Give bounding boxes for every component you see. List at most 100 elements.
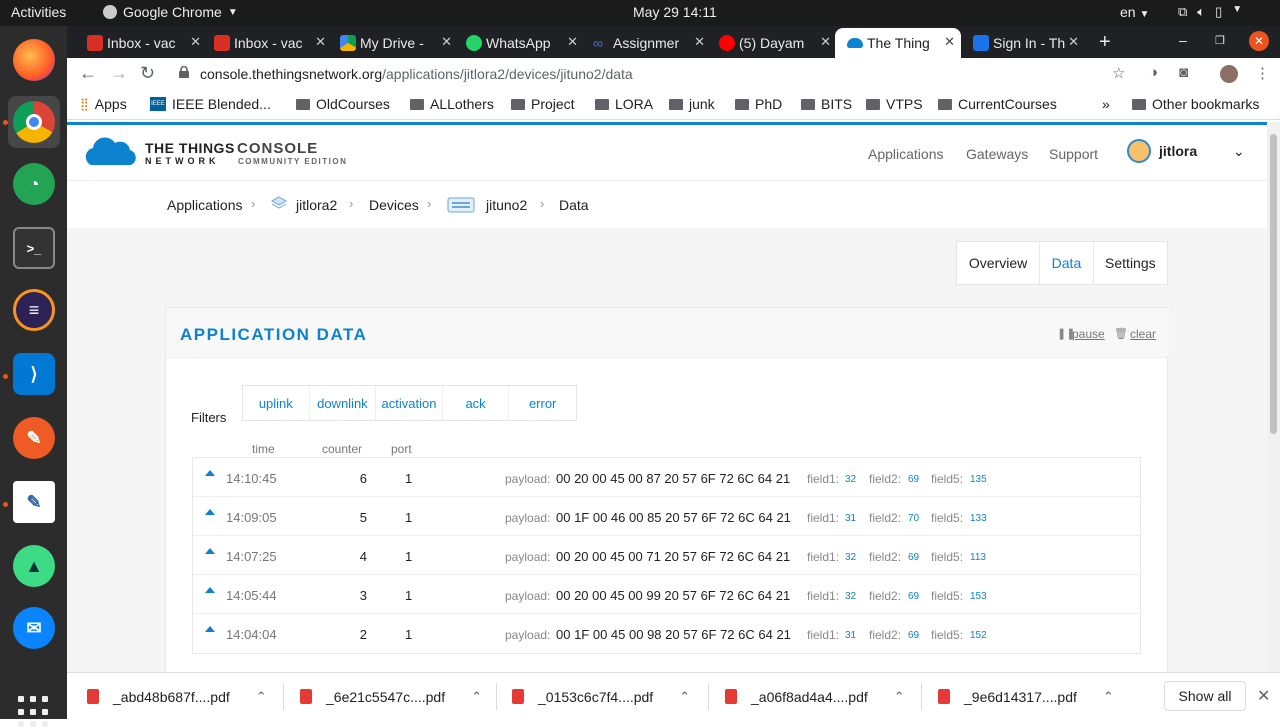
show-applications-icon[interactable]: [18, 696, 50, 728]
address-bar[interactable]: console.thethingsnetwork.org/application…: [200, 66, 633, 82]
bookmark-folder[interactable]: BITS: [801, 96, 852, 112]
close-icon[interactable]: ✕: [1257, 686, 1270, 706]
user-menu[interactable]: jitlora: [1127, 139, 1197, 163]
data-row[interactable]: 14:05:44 3 1 payload: 00 20 00 45 00 99 …: [193, 575, 1140, 614]
show-all-button[interactable]: Show all: [1164, 681, 1246, 711]
chevron-up-icon[interactable]: ⌃: [256, 689, 267, 705]
download-item[interactable]: _6e21c5547c....pdf ⌃: [300, 673, 482, 720]
chevron-down-icon[interactable]: ⌄: [1233, 143, 1245, 160]
clock[interactable]: May 29 14:11: [633, 4, 717, 20]
dock-text-editor[interactable]: ✎: [8, 476, 60, 528]
bookmark-folder[interactable]: junk: [669, 96, 715, 112]
browser-tab-drive[interactable]: My Drive - ✕: [340, 28, 458, 58]
bookmarks-overflow-button[interactable]: »: [1102, 96, 1110, 112]
scroll-thumb[interactable]: [1270, 134, 1277, 434]
chevron-up-icon[interactable]: ⌃: [679, 689, 690, 705]
filter-ack[interactable]: ack: [443, 386, 510, 420]
input-language[interactable]: en ▼: [1120, 4, 1149, 20]
data-row[interactable]: 14:09:05 5 1 payload: 00 1F 00 46 00 85 …: [193, 497, 1140, 536]
new-tab-button[interactable]: +: [1099, 31, 1111, 54]
bookmark-folder[interactable]: LORA: [595, 96, 653, 112]
tab-settings[interactable]: Settings: [1094, 242, 1167, 284]
restore-button[interactable]: ❐: [1215, 34, 1225, 47]
field1-label: field1:: [807, 472, 840, 486]
bookmark-apps[interactable]: ⣿ Apps: [80, 96, 127, 112]
browser-tab-gmail[interactable]: Inbox - vac ✕: [214, 28, 332, 58]
bookmark-other[interactable]: Other bookmarks: [1132, 96, 1259, 112]
close-icon[interactable]: ✕: [441, 34, 452, 50]
download-item[interactable]: _abd48b687f....pdf ⌃: [87, 673, 267, 720]
tab-data[interactable]: Data: [1040, 242, 1094, 284]
bookmark-folder[interactable]: ALLothers: [410, 96, 494, 112]
breadcrumb-devices[interactable]: Devices: [369, 197, 419, 213]
download-item[interactable]: _9e6d14317....pdf ⌃: [938, 673, 1114, 720]
breadcrumb-app[interactable]: jitlora2: [296, 197, 337, 213]
bookmark-folder[interactable]: VTPS: [866, 96, 923, 112]
dock-terminal[interactable]: >_: [8, 222, 60, 274]
page-scrollbar[interactable]: [1267, 122, 1280, 672]
pause-button[interactable]: pause: [1072, 327, 1105, 341]
activities-button[interactable]: Activities: [11, 4, 66, 20]
profile-avatar[interactable]: [1220, 65, 1238, 83]
nav-support[interactable]: Support: [1049, 146, 1098, 162]
bookmark-folder[interactable]: CurrentCourses: [938, 96, 1057, 112]
bookmark-label: CurrentCourses: [958, 96, 1057, 112]
dock-eclipse[interactable]: ≡: [8, 284, 60, 336]
filter-downlink[interactable]: downlink: [310, 386, 377, 420]
close-icon[interactable]: ✕: [820, 34, 831, 50]
reload-button[interactable]: ↻: [140, 63, 155, 84]
system-tray[interactable]: ⧉ 🔈︎ ▯ ▼: [1178, 4, 1242, 20]
close-icon[interactable]: ✕: [567, 34, 578, 50]
tab-overview[interactable]: Overview: [957, 242, 1041, 284]
bookmark-folder[interactable]: Project: [511, 96, 575, 112]
bookmark-folder[interactable]: PhD: [735, 96, 782, 112]
chevron-up-icon[interactable]: ⌃: [1103, 689, 1114, 705]
dock-chrome[interactable]: [8, 96, 60, 148]
close-icon[interactable]: ✕: [694, 34, 705, 50]
dock-thunderbird[interactable]: ✉: [8, 602, 60, 654]
back-button[interactable]: ←: [79, 63, 97, 84]
dock-app-green[interactable]: ◔: [8, 158, 60, 210]
row-field2: 70: [908, 513, 920, 524]
chevron-up-icon[interactable]: ⌃: [894, 689, 905, 705]
dock-firefox[interactable]: [8, 34, 60, 86]
download-item[interactable]: _0153c6c7f4....pdf ⌃: [512, 673, 690, 720]
dock-android-studio[interactable]: ▲: [8, 540, 60, 592]
bookmark-folder[interactable]: OldCourses: [296, 96, 390, 112]
dock-vscode[interactable]: ⟩: [8, 348, 60, 400]
forward-button[interactable]: →: [110, 63, 128, 84]
close-icon[interactable]: ✕: [190, 34, 201, 50]
data-row[interactable]: 14:04:04 2 1 payload: 00 1F 00 45 00 98 …: [193, 614, 1140, 653]
bookmark-star-icon[interactable]: ☆: [1112, 64, 1125, 82]
app-menu[interactable]: Google Chrome ▼: [103, 4, 238, 20]
camera-icon[interactable]: ◙: [1179, 64, 1188, 81]
minimize-button[interactable]: –: [1179, 32, 1187, 48]
window-close-button[interactable]: ✕: [1249, 31, 1269, 51]
more-menu-icon[interactable]: ⋮: [1255, 64, 1270, 82]
bookmark-ieee[interactable]: IEEE IEEE Blended...: [150, 96, 271, 112]
nav-gateways[interactable]: Gateways: [966, 146, 1028, 162]
browser-tab-sign-in[interactable]: Sign In - Th ✕: [973, 28, 1085, 58]
breadcrumb-device[interactable]: jituno2: [486, 197, 527, 213]
filter-uplink[interactable]: uplink: [243, 386, 310, 420]
filter-error[interactable]: error: [509, 386, 576, 420]
filter-activation[interactable]: activation: [376, 386, 443, 420]
ttn-logo-icon[interactable]: [81, 137, 139, 167]
nav-applications[interactable]: Applications: [868, 146, 944, 162]
browser-tab-assignments[interactable]: ∞ Assignmer ✕: [593, 28, 711, 58]
close-icon[interactable]: ✕: [944, 34, 955, 50]
dock-postman[interactable]: ✎: [8, 412, 60, 464]
browser-tab-gmail[interactable]: Inbox - vac ✕: [87, 28, 207, 58]
browser-tab-whatsapp[interactable]: WhatsApp ✕: [466, 28, 584, 58]
close-icon[interactable]: ✕: [1068, 34, 1079, 50]
data-row[interactable]: 14:10:45 6 1 payload: 00 20 00 45 00 87 …: [193, 458, 1140, 497]
breadcrumb-applications[interactable]: Applications: [167, 197, 243, 213]
chevron-up-icon[interactable]: ⌃: [471, 689, 482, 705]
extension-icon[interactable]: ◑: [1149, 64, 1158, 81]
clear-button[interactable]: clear: [1130, 327, 1156, 341]
browser-tab-ttn-active[interactable]: The Thing ✕: [835, 28, 961, 58]
close-icon[interactable]: ✕: [315, 34, 326, 50]
download-item[interactable]: _a06f8ad4a4....pdf ⌃: [725, 673, 905, 720]
browser-tab-youtube[interactable]: (5) Dayam ✕: [719, 28, 837, 58]
data-row[interactable]: 14:07:25 4 1 payload: 00 20 00 45 00 71 …: [193, 536, 1140, 575]
